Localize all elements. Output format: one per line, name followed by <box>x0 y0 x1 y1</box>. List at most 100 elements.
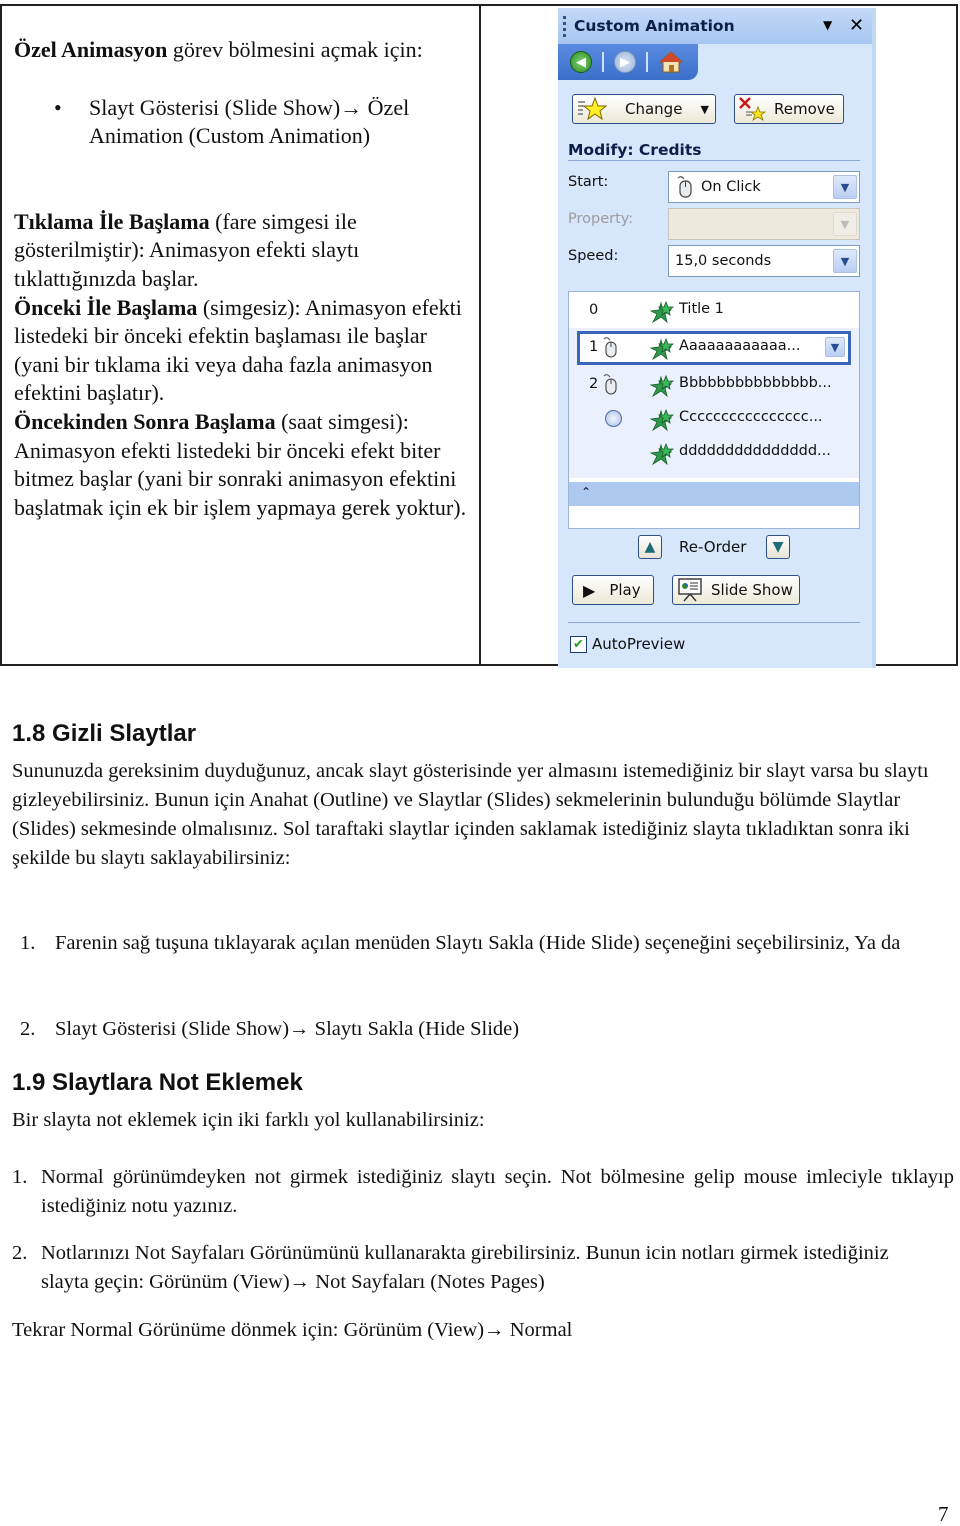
checkmark-icon[interactable]: ✔ <box>570 635 587 653</box>
collapse-chevron-icon[interactable]: ⌃ <box>581 485 591 499</box>
section-heading-hidden-slides: 1.8 Gizli Slaytlar <box>12 720 197 747</box>
item-order: 0 <box>589 302 599 318</box>
start-label: Start: <box>568 174 609 190</box>
chevron-down-icon[interactable]: ▼ <box>833 175 857 199</box>
item-text: Title 1 <box>679 301 724 317</box>
item-text: Farenin sağ tuşuna tıklayarak açılan men… <box>55 932 901 954</box>
slide-show-label: Slide Show <box>711 581 793 599</box>
entrance-effect-star-icon <box>649 442 675 466</box>
with-previous-paragraph: Önceki İle Başlama (simgesiz): Animasyon… <box>14 294 469 408</box>
property-dropdown: ▼ <box>668 208 860 240</box>
item-text: Bbbbbbbbbbbbbbb... <box>679 375 832 391</box>
play-button[interactable]: ▶ Play <box>572 575 654 605</box>
item-text: Normal görünümdeyken not girmek istediği… <box>41 1166 954 1217</box>
return-to-normal-text: Tekrar Normal Görünüme dönmek için: Görü… <box>12 1319 573 1341</box>
with-previous-term: Önceki İle Başlama <box>14 294 198 320</box>
item-text: Slayt Gösterisi (Slide Show)→ Slaytı Sak… <box>55 1018 520 1040</box>
item-number: 1. <box>20 932 36 954</box>
item-text: Notlarınızı Not Sayfaları Görünümünü kul… <box>41 1242 889 1293</box>
speed-dropdown[interactable]: 15,0 seconds ▼ <box>668 245 860 277</box>
reorder-controls: ▲ Re-Order ▼ <box>638 533 798 561</box>
mouse-icon <box>603 337 617 358</box>
entrance-effect-star-icon <box>649 300 675 324</box>
speed-value: 15,0 seconds <box>675 253 772 269</box>
reorder-label: Re-Order <box>679 538 747 556</box>
move-up-arrow-icon[interactable]: ▲ <box>638 535 662 559</box>
change-button[interactable]: Change ▼ <box>572 94 716 124</box>
slide-show-button[interactable]: Slide Show <box>672 575 800 605</box>
collapse-group-row[interactable]: ⌃ <box>569 482 859 506</box>
nav-separator <box>602 52 604 72</box>
bullet-item: • Slayt Gösterisi (Slide Show)→ Özel Ani… <box>14 94 469 151</box>
mouse-icon <box>677 176 692 198</box>
chevron-down-icon: ▼ <box>833 212 857 236</box>
grip-handle-icon[interactable] <box>563 16 566 38</box>
item-text: ddddddddddddddd... <box>679 443 831 459</box>
pane-title-bar: Custom Animation ▼ ✕ <box>558 8 872 44</box>
list-item: 1. Farenin sağ tuşuna tıklayarak açılan … <box>20 929 920 958</box>
chevron-down-icon[interactable]: ▼ <box>833 249 857 273</box>
property-label: Property: <box>568 211 634 227</box>
clock-icon <box>605 410 622 427</box>
remove-effect-icon <box>739 97 766 121</box>
pane-title: Custom Animation <box>574 17 735 35</box>
intro-bold: Özel Animasyon <box>14 37 168 62</box>
list-item-selected[interactable]: 1 Aaaaaaaaaaaa... ▼ <box>577 331 851 365</box>
list-item: 2. Notlarınızı Not Sayfaları Görünümünü … <box>12 1239 912 1297</box>
on-click-paragraph: Tıklama İle Başlama (fare simgesi ile gö… <box>14 208 469 294</box>
entrance-effect-star-icon <box>649 374 675 398</box>
change-label: Change <box>625 100 683 118</box>
entrance-effect-star-icon <box>649 408 675 432</box>
item-order: 2 <box>589 376 599 392</box>
close-icon[interactable]: ✕ <box>849 15 864 36</box>
list-item[interactable]: 0 Title 1 <box>569 294 859 328</box>
item-number: 1. <box>12 1166 28 1188</box>
bullet-icon: • <box>54 94 62 120</box>
forward-icon[interactable]: ▶ <box>614 51 636 73</box>
list-item: 2. Slayt Gösterisi (Slide Show)→ Slaytı … <box>20 1015 920 1044</box>
move-down-arrow-icon[interactable]: ▼ <box>766 535 790 559</box>
remove-button[interactable]: Remove <box>734 94 844 124</box>
autopreview-label: AutoPreview <box>592 635 686 653</box>
pane-divider <box>568 622 860 623</box>
section-heading-slide-notes: 1.9 Slaytlara Not Eklemek <box>12 1069 303 1096</box>
play-label: Play <box>609 581 641 599</box>
remove-label: Remove <box>774 100 835 118</box>
start-dropdown[interactable]: On Click ▼ <box>668 171 860 203</box>
intro-paragraph: Özel Animasyon görev bölmesini açmak içi… <box>14 36 469 65</box>
hidden-slides-paragraph: Sununuzda gereksinim duyduğunuz, ancak s… <box>12 760 929 869</box>
start-value: On Click <box>701 179 761 195</box>
item-text: Cccccccccccccccc... <box>679 409 823 425</box>
chevron-down-icon[interactable]: ▼ <box>825 337 845 357</box>
animation-list[interactable]: 0 Title 1 1 Aaaaaaaaaaaa... ▼ 2 Bbbbbbbb… <box>568 291 860 529</box>
page-number: 7 <box>938 1502 949 1526</box>
add-effect-star-icon <box>578 96 607 121</box>
on-click-term: Tıklama İle Başlama <box>14 208 210 234</box>
speed-label: Speed: <box>568 248 619 264</box>
item-order: 1 <box>589 339 599 355</box>
table-column-divider <box>479 6 481 664</box>
play-icon: ▶ <box>583 580 596 600</box>
home-icon[interactable] <box>659 51 683 73</box>
item-text: Aaaaaaaaaaaa... <box>679 338 801 354</box>
entrance-effect-star-icon <box>649 337 675 361</box>
instruction-cell: Özel Animasyon görev bölmesini açmak içi… <box>14 36 469 522</box>
autopreview-checkbox[interactable]: ✔ AutoPreview <box>570 635 685 653</box>
list-item[interactable]: ddddddddddddddd... <box>569 436 859 470</box>
after-previous-term: Öncekinden Sonra Başlama <box>14 408 276 434</box>
list-item: 1. Normal görünümdeyken not girmek isted… <box>12 1163 954 1221</box>
item-number: 2. <box>20 1018 36 1040</box>
intro-text: görev bölmesini açmak için: <box>167 37 423 62</box>
chevron-down-icon: ▼ <box>700 102 709 116</box>
after-previous-paragraph: Öncekinden Sonra Başlama (saat simgesi):… <box>14 408 469 522</box>
nav-separator <box>646 52 648 72</box>
list-item[interactable]: 2 Bbbbbbbbbbbbbbb... <box>569 368 859 402</box>
pane-menu-dropdown-icon[interactable]: ▼ <box>823 18 832 32</box>
modify-heading: Modify: Credits <box>568 141 860 161</box>
pane-nav-bar: ◀ ▶ <box>558 44 698 80</box>
slide-show-icon <box>678 578 702 602</box>
slide-notes-intro: Bir slayta not eklemek için iki farklı y… <box>12 1109 485 1131</box>
instruction-table: Özel Animasyon görev bölmesini açmak içi… <box>0 4 958 668</box>
back-icon[interactable]: ◀ <box>570 51 592 73</box>
list-item[interactable]: Cccccccccccccccc... <box>569 402 859 436</box>
